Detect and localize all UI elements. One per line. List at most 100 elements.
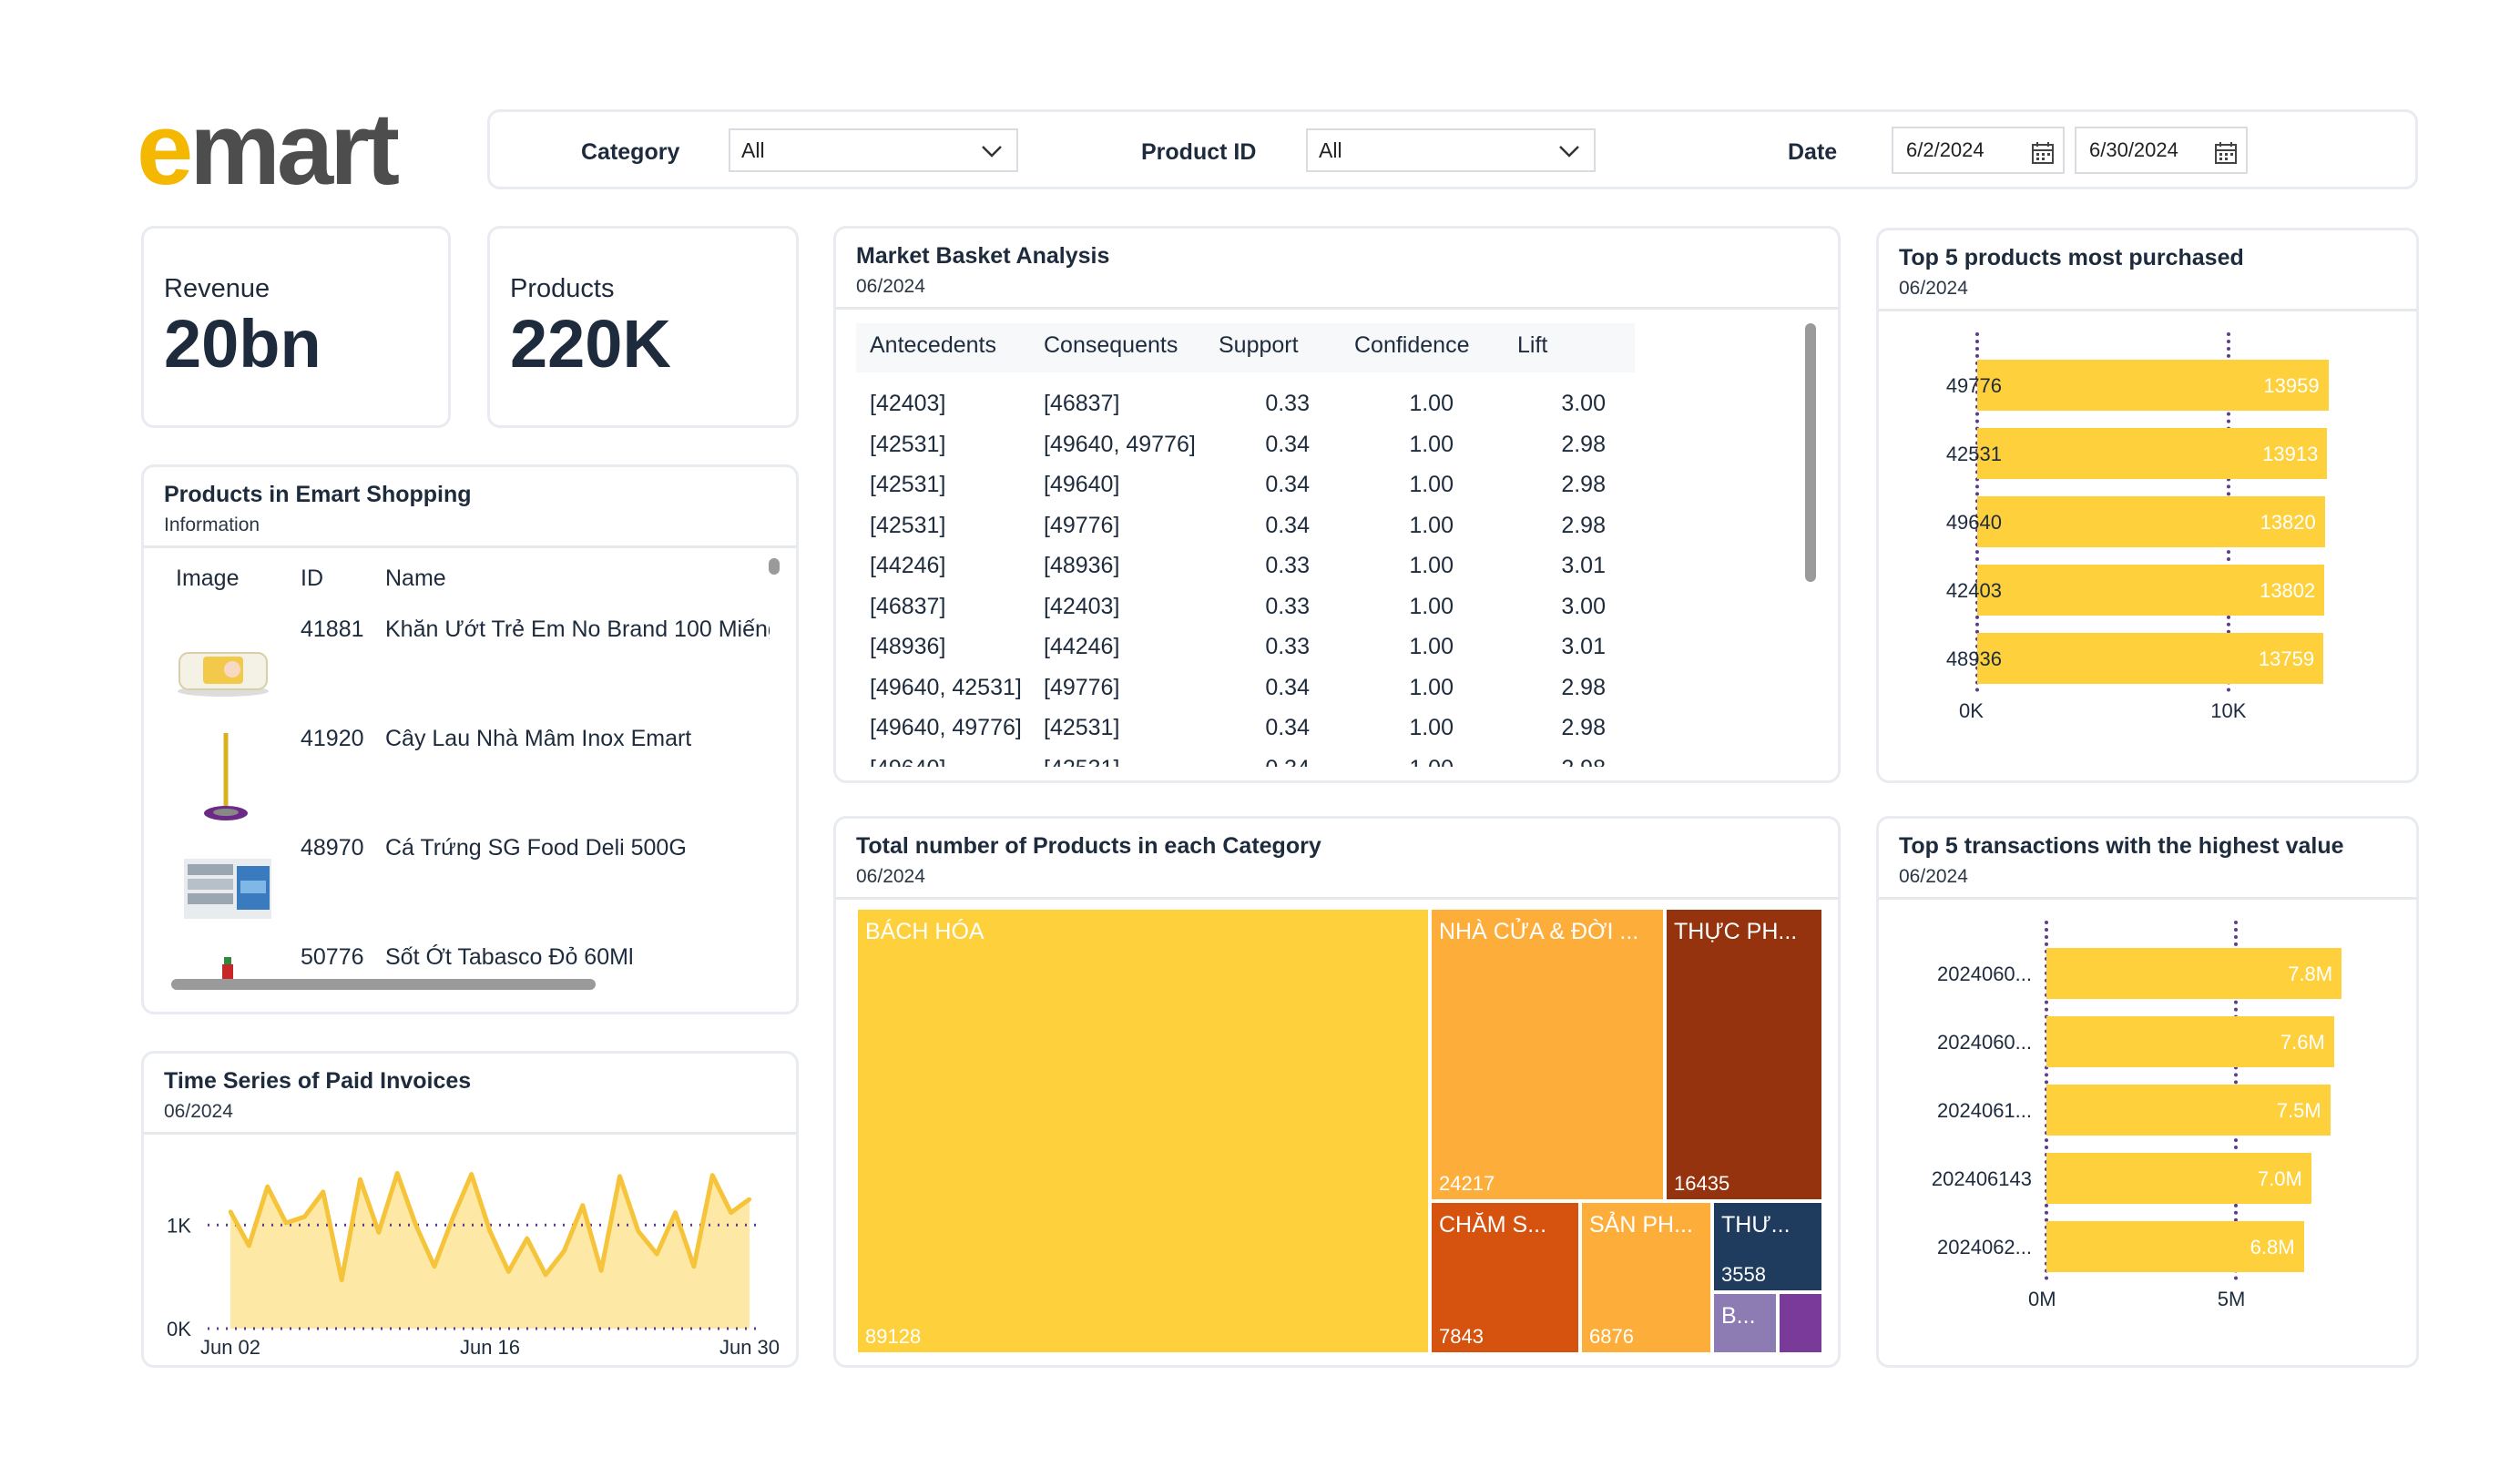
table-row[interactable]: [42531] [49640, 49776] 0.34 1.00 2.98	[836, 432, 1747, 472]
table-row[interactable]: [42403] [46837] 0.33 1.00 3.00	[836, 391, 1747, 431]
table-row[interactable]: 41920 Cây Lau Nhà Mâm Inox Emart	[144, 722, 796, 831]
data-point[interactable]	[691, 1264, 696, 1269]
data-point[interactable]	[506, 1269, 511, 1274]
treemap-cell-nha-cua[interactable]: NHÀ CỬA & ĐỜI ... 24217	[1430, 908, 1665, 1201]
category-label: 2024062...	[1937, 1236, 2032, 1258]
calendar-icon[interactable]	[2032, 137, 2054, 164]
table-row[interactable]: [48936] [44246] 0.33 1.00 3.01	[836, 634, 1747, 674]
data-point[interactable]	[655, 1252, 659, 1257]
bar-value-label: 13913	[2262, 443, 2319, 465]
card-title: Top 5 products most purchased	[1899, 245, 2244, 270]
data-point[interactable]	[673, 1210, 678, 1215]
table-row[interactable]: [49640, 49776] [42531] 0.34 1.00 2.98	[836, 715, 1747, 755]
horizontal-scrollbar-thumb[interactable]	[171, 979, 596, 990]
x-tick-label: Jun 02	[200, 1336, 260, 1359]
data-point[interactable]	[284, 1220, 289, 1225]
consequents-cell: [49776]	[1044, 512, 1120, 538]
treemap-cell-b[interactable]: B...	[1712, 1292, 1778, 1354]
table-row[interactable]: [49640] [42531] 0.34 1.00 2.98	[836, 756, 1747, 768]
category-label: 42403	[1945, 579, 2002, 602]
data-point[interactable]	[302, 1215, 307, 1219]
table-row[interactable]: [44246] [48936] 0.33 1.00 3.01	[836, 553, 1747, 593]
treemap-cell-other[interactable]	[1778, 1292, 1823, 1354]
treemap-cell-cham-soc[interactable]: CHĂM S... 7843	[1430, 1201, 1580, 1354]
data-point[interactable]	[413, 1223, 418, 1228]
data-point[interactable]	[488, 1229, 492, 1234]
data-point[interactable]	[562, 1248, 566, 1253]
category-label: 202406143	[1931, 1167, 2032, 1190]
category-select-value: All	[741, 138, 765, 162]
data-point[interactable]	[710, 1173, 715, 1177]
data-point[interactable]	[229, 1209, 232, 1214]
x-tick-label: Jun 16	[460, 1336, 520, 1359]
confidence-cell: 1.00	[1409, 634, 1454, 659]
column-header-image[interactable]: Image	[176, 565, 239, 592]
category-label: 49776	[1945, 374, 2002, 397]
support-cell: 0.34	[1265, 431, 1310, 457]
product-id-select[interactable]: All	[1306, 128, 1596, 172]
product-name: Sốt Ớt Tabasco Đỏ 60Ml	[385, 944, 634, 970]
category-label: 42531	[1945, 443, 2002, 465]
category-select[interactable]: All	[729, 128, 1018, 172]
bar-value-label: 7.8M	[2288, 963, 2333, 985]
data-point[interactable]	[580, 1203, 585, 1207]
data-point[interactable]	[525, 1237, 529, 1241]
data-point[interactable]	[748, 1197, 751, 1201]
column-header-antecedents[interactable]: Antecedents	[870, 332, 996, 359]
products-label: Products	[510, 274, 615, 303]
data-point[interactable]	[599, 1269, 604, 1273]
data-point[interactable]	[544, 1272, 548, 1277]
date-to-input[interactable]: 6/30/2024	[2075, 127, 2248, 174]
data-point[interactable]	[451, 1216, 455, 1220]
data-point[interactable]	[376, 1230, 381, 1235]
vertical-scrollbar-thumb[interactable]	[769, 558, 780, 575]
data-point[interactable]	[340, 1278, 344, 1282]
confidence-cell: 1.00	[1409, 593, 1454, 619]
confidence-cell: 1.00	[1409, 391, 1454, 416]
treemap-cell-san-pham[interactable]: SẢN PH... 6876	[1580, 1201, 1712, 1354]
column-header-consequents[interactable]: Consequents	[1044, 332, 1178, 359]
table-row[interactable]: [42531] [49776] 0.34 1.00 2.98	[836, 513, 1747, 553]
table-row[interactable]: 41881 Khăn Ướt Trẻ Em No Brand 100 Miếng	[144, 613, 796, 722]
vertical-scrollbar-thumb[interactable]	[1805, 323, 1816, 582]
date-from-input[interactable]: 6/2/2024	[1892, 127, 2065, 174]
treemap-cell-bach-hoa[interactable]: BÁCH HÓA 89128	[856, 908, 1430, 1354]
treemap-cell-thu[interactable]: THƯ... 3558	[1712, 1201, 1823, 1292]
data-point[interactable]	[321, 1189, 325, 1194]
product-id-label: Product ID	[1141, 139, 1257, 165]
column-header-confidence[interactable]: Confidence	[1354, 332, 1469, 359]
x-tick-label: 0M	[2028, 1288, 2056, 1310]
calendar-icon[interactable]	[2215, 137, 2237, 164]
data-point[interactable]	[636, 1229, 640, 1234]
products-value: 220K	[510, 306, 671, 382]
treemap-cell-thuc-pham[interactable]: THỰC PH... 16435	[1665, 908, 1823, 1201]
treemap-chart: BÁCH HÓA 89128 NHÀ CỬA & ĐỜI ... 24217 T…	[856, 908, 1823, 1354]
bar-value-label: 7.0M	[2257, 1167, 2302, 1190]
data-point[interactable]	[469, 1172, 474, 1177]
table-row[interactable]: [42531] [49640] 0.34 1.00 2.98	[836, 472, 1747, 512]
table-row[interactable]: [46837] [42403] 0.33 1.00 3.00	[836, 594, 1747, 634]
table-row[interactable]: 48970 Cá Trứng SG Food Deli 500G	[144, 831, 796, 941]
data-point[interactable]	[395, 1171, 400, 1176]
confidence-cell: 1.00	[1409, 756, 1454, 768]
column-header-support[interactable]: Support	[1219, 332, 1299, 359]
table-row[interactable]: [49640, 42531] [49776] 0.34 1.00 2.98	[836, 675, 1747, 715]
divider	[836, 897, 1838, 900]
data-point[interactable]	[432, 1264, 436, 1269]
data-point[interactable]	[729, 1210, 733, 1215]
column-header-lift[interactable]: Lift	[1517, 332, 1547, 359]
bar-value-label: 13759	[2258, 647, 2315, 670]
card-title: Market Basket Analysis	[856, 243, 1110, 269]
data-point[interactable]	[247, 1244, 251, 1248]
product-name: Cá Trứng SG Food Deli 500G	[385, 835, 687, 861]
data-point[interactable]	[265, 1185, 270, 1189]
column-header-id[interactable]: ID	[301, 565, 323, 592]
data-point[interactable]	[617, 1174, 622, 1178]
column-header-name[interactable]: Name	[385, 565, 446, 592]
mop-image	[199, 731, 253, 830]
support-cell: 0.34	[1265, 715, 1310, 740]
data-point[interactable]	[358, 1177, 362, 1182]
lift-cell: 2.98	[1561, 512, 1606, 538]
card-title: Top 5 transactions with the highest valu…	[1899, 833, 2344, 859]
product-id: 50776	[301, 944, 364, 970]
